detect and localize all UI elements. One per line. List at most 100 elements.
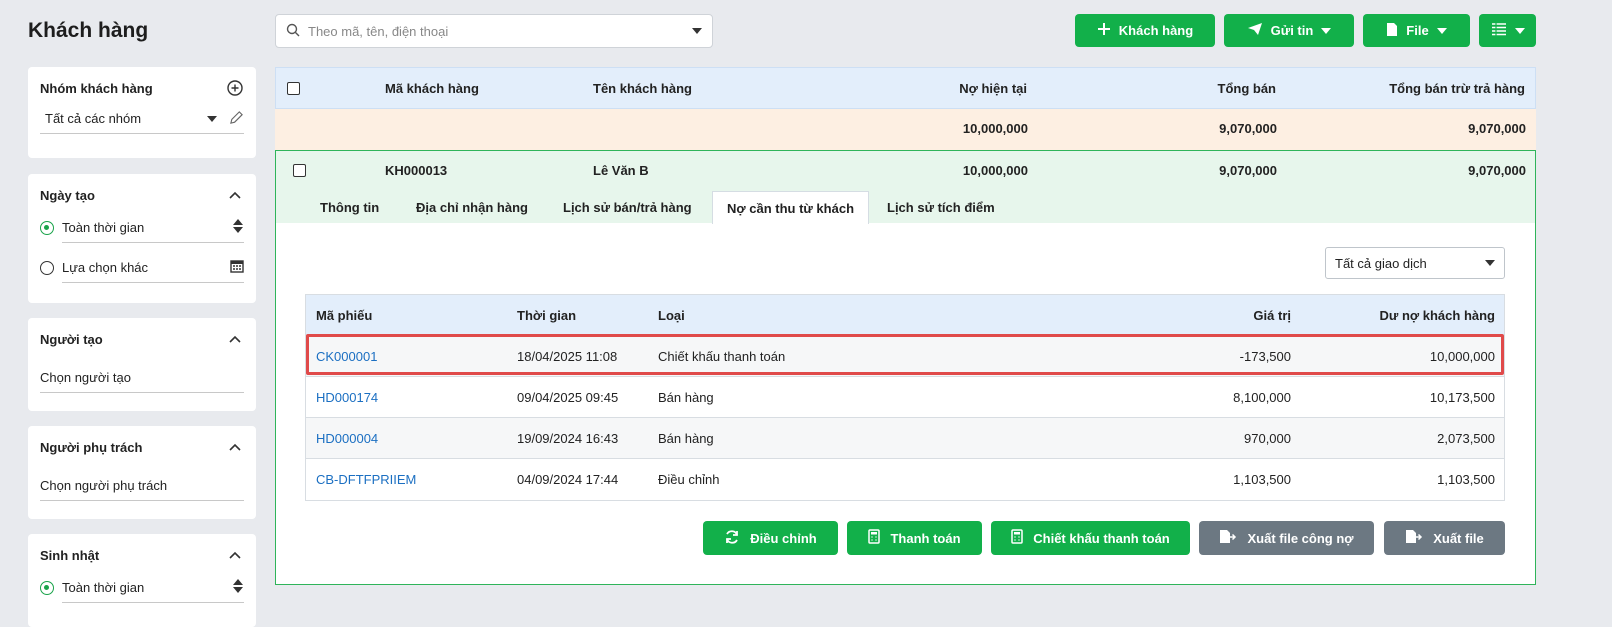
pay-button[interactable]: Thanh toán	[847, 521, 982, 555]
row-type: Điều chỉnh	[658, 472, 720, 487]
tab-shipping-address[interactable]: Địa chỉ nhận hàng	[402, 191, 542, 223]
row-time: 18/04/2025 11:08	[517, 348, 618, 364]
add-circle-icon[interactable]	[226, 79, 244, 97]
row-type: Bán hàng	[658, 430, 714, 446]
row-checkbox[interactable]	[293, 164, 306, 177]
transaction-filter-select[interactable]: Tất cả giao dịch	[1325, 247, 1505, 279]
edit-pencil-icon[interactable]	[229, 110, 244, 128]
row-time: 19/09/2024 16:43	[517, 430, 619, 446]
export-debt-button[interactable]: Xuất file công nợ	[1199, 521, 1374, 555]
customer-code: KH000013	[385, 163, 448, 178]
export-file-label: Xuất file	[1433, 530, 1484, 546]
owner-select[interactable]: Chọn người phụ trách	[40, 471, 244, 501]
chevron-down-icon	[207, 115, 217, 122]
voucher-code-link[interactable]: HD000174	[316, 377, 378, 417]
add-customer-button[interactable]: Khách hàng	[1075, 14, 1215, 47]
header-net-sales[interactable]: Tổng bán trừ trả hàng	[1389, 81, 1525, 96]
row-value: 970,000	[1244, 430, 1291, 446]
row-type: Bán hàng	[658, 389, 714, 405]
adjust-label: Điều chỉnh	[750, 530, 817, 546]
search-input[interactable]: Theo mã, tên, điện thoại	[275, 14, 713, 48]
header-current-debt[interactable]: Nợ hiện tại	[959, 81, 1027, 96]
created-date-other-option[interactable]: Lựa chọn khác	[40, 253, 244, 283]
adjust-button[interactable]: Điều chỉnh	[703, 521, 838, 555]
row-balance: 10,173,500	[1429, 389, 1495, 405]
header-customer-name[interactable]: Tên khách hàng	[593, 81, 692, 96]
export-file-button[interactable]: Xuất file	[1384, 521, 1505, 555]
summary-debt: 10,000,000	[962, 121, 1028, 136]
birthday-all-option[interactable]: Toàn thời gian	[40, 573, 244, 603]
creator-select[interactable]: Chọn người tạo	[40, 363, 244, 393]
voucher-code-link[interactable]: HD000004	[316, 418, 378, 458]
header-total-sales[interactable]: Tổng bán	[1218, 81, 1277, 96]
tab-info[interactable]: Thông tin	[306, 191, 393, 223]
customer-detail: KH000013 Lê Văn B 10,000,000 9,070,000 9…	[275, 150, 1536, 585]
voucher-code-link[interactable]: CB-DFTFPRIIEM	[316, 459, 416, 500]
radio-selected[interactable]	[40, 581, 54, 595]
refresh-icon	[724, 529, 740, 548]
row-value: 1,103,500	[1233, 472, 1291, 487]
table-row[interactable]: HD000174 09/04/2025 09:45 Bán hàng 8,100…	[306, 377, 1504, 418]
creator-panel: Người tạo Chọn người tạo	[28, 318, 256, 411]
birthday-panel: Sinh nhật Toàn thời gian	[28, 534, 256, 627]
chevron-up-icon[interactable]	[226, 546, 244, 564]
customer-net-sales: 9,070,000	[1468, 163, 1526, 178]
radio-selected[interactable]	[40, 221, 54, 235]
payment-discount-label: Chiết khấu thanh toán	[1033, 530, 1170, 546]
header-balance: Dư nợ khách hàng	[1379, 307, 1495, 323]
voucher-code-link[interactable]: CK000001	[316, 336, 377, 376]
row-balance: 1,103,500	[1437, 472, 1495, 487]
file-label: File	[1406, 23, 1429, 38]
column-view-button[interactable]	[1479, 14, 1536, 47]
pay-label: Thanh toán	[890, 530, 961, 546]
row-time: 09/04/2025 09:45	[517, 389, 619, 405]
created-date-all-option[interactable]: Toàn thời gian	[40, 213, 244, 243]
table-row[interactable]: CB-DFTFPRIIEM 04/09/2024 17:44 Điều chỉn…	[306, 459, 1504, 500]
chevron-up-icon[interactable]	[226, 438, 244, 456]
file-export-icon	[1405, 529, 1423, 547]
file-button[interactable]: File	[1363, 14, 1470, 47]
row-balance: 10,000,000	[1429, 348, 1495, 364]
sort-updown-icon[interactable]	[232, 578, 244, 597]
owner-panel: Người phụ trách Chọn người phụ trách	[28, 426, 256, 519]
created-date-other-label: Lựa chọn khác	[62, 260, 149, 275]
customer-group-value: Tất cả các nhóm	[45, 111, 142, 126]
created-date-all-label: Toàn thời gian	[62, 220, 145, 235]
chevron-up-icon[interactable]	[226, 330, 244, 348]
tab-sales-history[interactable]: Lịch sử bán/trả hàng	[549, 191, 706, 223]
chevron-down-icon	[1321, 27, 1332, 34]
header-customer-code[interactable]: Mã khách hàng	[385, 81, 479, 96]
sort-updown-icon[interactable]	[232, 218, 244, 237]
created-date-panel: Ngày tạo Toàn thời gian Lựa chọn khác	[28, 174, 256, 303]
calendar-icon[interactable]	[230, 259, 244, 276]
customer-table-header: Mã khách hàng Tên khách hàng Nợ hiện tại…	[275, 67, 1536, 109]
header-voucher-code: Mã phiếu	[316, 307, 373, 323]
summary-row: 10,000,000 9,070,000 9,070,000	[275, 109, 1536, 150]
birthday-title: Sinh nhật	[40, 547, 100, 563]
paper-plane-icon	[1247, 22, 1263, 39]
payment-discount-button[interactable]: Chiết khấu thanh toán	[991, 521, 1190, 555]
tab-receivable-debt[interactable]: Nợ cần thu từ khách	[712, 191, 870, 224]
customer-group-select[interactable]: Tất cả các nhóm	[40, 104, 244, 134]
table-row[interactable]: CK000001 18/04/2025 11:08 Chiết khấu tha…	[306, 336, 1504, 377]
search-icon	[286, 23, 300, 40]
select-all-checkbox[interactable]	[287, 82, 300, 95]
owner-title: Người phụ trách	[40, 439, 143, 455]
chevron-down-icon	[1485, 260, 1495, 266]
debt-table: Mã phiếu Thời gian Loại Giá trị Dư nợ kh…	[305, 294, 1505, 501]
transaction-filter-value: Tất cả giao dịch	[1335, 255, 1427, 271]
chevron-down-icon[interactable]	[692, 28, 702, 34]
row-type: Chiết khấu thanh toán	[658, 348, 786, 364]
send-message-button[interactable]: Gửi tin	[1224, 14, 1354, 47]
radio-unselected[interactable]	[40, 261, 54, 275]
table-row[interactable]: HD000004 19/09/2024 16:43 Bán hàng 970,0…	[306, 418, 1504, 459]
send-message-label: Gửi tin	[1270, 23, 1314, 38]
tab-points-history[interactable]: Lịch sử tích điểm	[873, 191, 1009, 223]
customer-name: Lê Văn B	[593, 163, 649, 178]
created-date-title: Ngày tạo	[40, 187, 95, 203]
chevron-down-icon	[1514, 27, 1525, 34]
customer-row[interactable]: KH000013 Lê Văn B 10,000,000 9,070,000 9…	[276, 151, 1535, 224]
owner-placeholder: Chọn người phụ trách	[40, 478, 168, 493]
chevron-up-icon[interactable]	[226, 186, 244, 204]
calculator-icon	[868, 529, 881, 547]
